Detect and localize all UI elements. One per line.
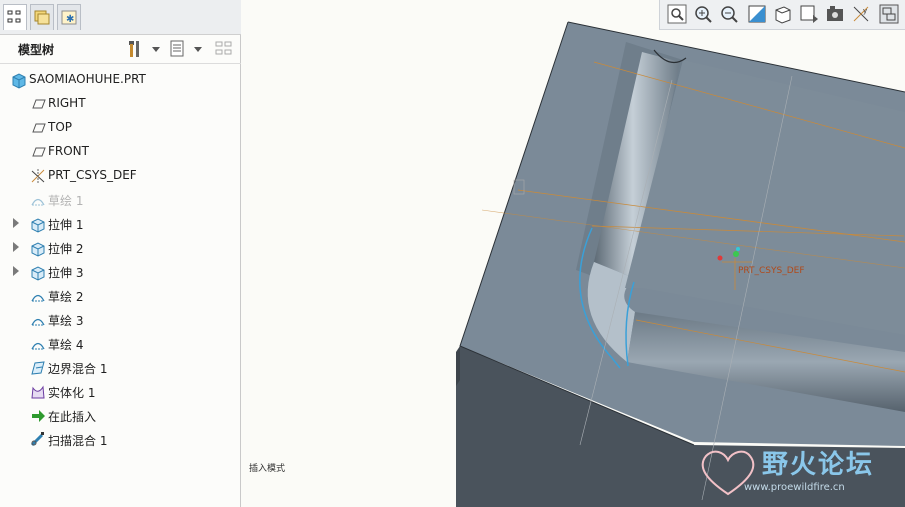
tree-item[interactable]: 边界混合 1	[0, 356, 240, 380]
datum-display-icon[interactable]: y	[850, 3, 872, 25]
datum-plane-icon	[32, 147, 46, 157]
sketch-icon	[31, 342, 45, 350]
tree-item[interactable]: 草绘 2	[0, 284, 240, 308]
swept-blend-icon	[30, 432, 44, 447]
graphics-viewport[interactable]: PRT_CSYS_DEF y 插入模式 野火论坛 www.proewildfir…	[242, 0, 905, 507]
saved-views-icon[interactable]	[798, 3, 820, 25]
tree-item-label: PRT_CSYS_DEF	[48, 168, 137, 182]
tree-item[interactable]: 草绘 1	[0, 188, 240, 212]
tree-root-part[interactable]: SAOMIAOHUHE.PRT	[0, 68, 240, 92]
model-tree-icon	[7, 10, 21, 23]
panel-title: 模型树	[18, 43, 55, 57]
csys-label: PRT_CSYS_DEF	[738, 266, 805, 276]
svg-text:y: y	[863, 7, 867, 15]
extrude-icon	[31, 266, 45, 281]
tree-item-label: 拉伸 1	[48, 218, 84, 232]
datum-plane-icon	[32, 99, 46, 109]
tree-item[interactable]: PRT_CSYS_DEF	[0, 164, 240, 188]
boundary-blend-icon	[31, 361, 45, 375]
tree-item[interactable]: 草绘 3	[0, 308, 240, 332]
tree-item[interactable]: 拉伸 3	[0, 260, 240, 284]
tree-item-label: TOP	[48, 120, 73, 134]
tree-item[interactable]: RIGHT	[0, 92, 240, 116]
expand-arrow-icon[interactable]	[13, 242, 19, 252]
favorites-tab[interactable]: ✱	[57, 4, 81, 30]
expand-arrow-icon[interactable]	[13, 218, 19, 228]
tree-item-label: 拉伸 3	[48, 266, 84, 280]
tree-item-label: 草绘 1	[48, 194, 84, 208]
view-manager-icon[interactable]	[824, 3, 846, 25]
model-tree-panel: ✱ 模型树 SAOMIAOHUHE.PRT RIGHT TOP FRONT PR…	[0, 0, 241, 507]
svg-text:✱: ✱	[66, 14, 74, 25]
display-style-icon[interactable]	[772, 3, 794, 25]
watermark-url: www.proewildfire.cn	[744, 482, 845, 493]
part-model-3d[interactable]: PRT_CSYS_DEF	[242, 0, 905, 507]
tree-item[interactable]: 草绘 4	[0, 332, 240, 356]
tree-item[interactable]: 在此插入	[0, 404, 240, 428]
zoom-out-icon[interactable]	[718, 3, 740, 25]
refit-icon[interactable]	[666, 3, 688, 25]
spin-center-icon[interactable]	[878, 3, 900, 25]
sketch-icon	[31, 318, 45, 326]
folder-browser-tab[interactable]	[30, 4, 54, 30]
tree-item-label: FRONT	[48, 144, 89, 158]
sketch-icon	[31, 198, 45, 206]
model-tree-header: 模型树	[0, 35, 241, 64]
status-mode-text: 插入模式	[249, 464, 286, 474]
model-tree: SAOMIAOHUHE.PRT RIGHT TOP FRONT PRT_CSYS_DE…	[0, 68, 240, 452]
tree-item-label: 草绘 3	[48, 314, 84, 328]
navigator-tabs: ✱	[0, 0, 241, 35]
repaint-icon[interactable]	[746, 3, 768, 25]
tree-item-label: 边界混合 1	[48, 362, 108, 376]
datum-plane-icon	[32, 123, 46, 133]
extrude-icon	[31, 218, 45, 233]
tree-item-label: 草绘 4	[48, 338, 84, 352]
tree-item-label: 拉伸 2	[48, 242, 84, 256]
folder-browser-icon	[34, 10, 50, 25]
zoom-in-icon[interactable]	[692, 3, 714, 25]
part-icon	[12, 73, 26, 89]
csys-icon	[31, 169, 45, 183]
tree-root-label: SAOMIAOHUHE.PRT	[29, 72, 146, 86]
watermark-heart-icon	[701, 450, 755, 496]
tree-item-label: 实体化 1	[48, 386, 96, 400]
tree-item[interactable]: 扫描混合 1	[0, 428, 240, 452]
settings-tools-icon[interactable]	[126, 39, 164, 59]
tree-item[interactable]: 拉伸 2	[0, 236, 240, 260]
tree-item-label: 扫描混合 1	[48, 434, 108, 448]
model-tree-tab[interactable]	[3, 4, 27, 30]
view-toolbar: y	[659, 0, 905, 30]
expand-arrow-icon[interactable]	[13, 266, 19, 276]
watermark-text: 野火论坛	[762, 450, 875, 480]
sketch-icon	[31, 294, 45, 302]
solidify-icon	[31, 385, 45, 399]
favorites-icon: ✱	[61, 10, 77, 25]
tree-item-label: RIGHT	[48, 96, 86, 110]
tree-item[interactable]: TOP	[0, 116, 240, 140]
block-left-face	[456, 346, 460, 386]
tree-item-label: 草绘 2	[48, 290, 84, 304]
tree-item-label: 在此插入	[48, 410, 97, 424]
show-options-icon[interactable]	[168, 39, 206, 59]
watermark-logo: 野火论坛 www.proewildfire.cn	[694, 442, 904, 502]
tree-item[interactable]: 拉伸 1	[0, 212, 240, 236]
extrude-icon	[31, 242, 45, 257]
insert-here-arrow-icon	[32, 410, 45, 422]
tree-item[interactable]: FRONT	[0, 140, 240, 164]
tree-filter-icon[interactable]	[213, 39, 237, 59]
tree-item[interactable]: 实体化 1	[0, 380, 240, 404]
